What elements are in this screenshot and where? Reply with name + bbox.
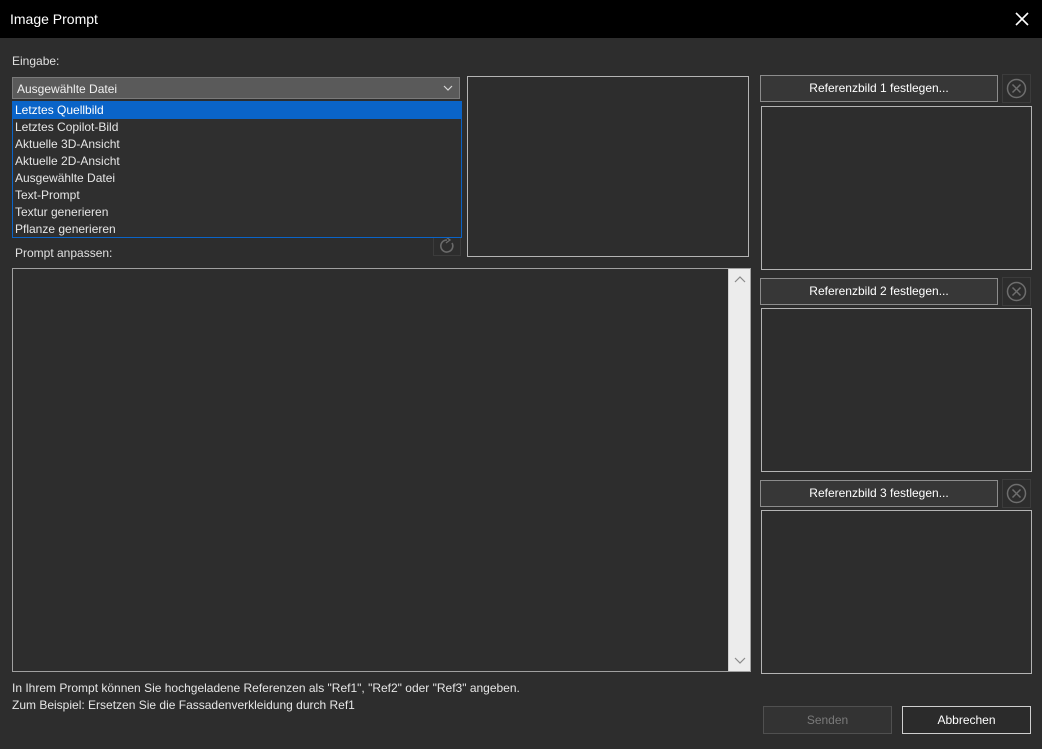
cancel-button[interactable]: Abbrechen: [902, 706, 1031, 734]
reference-2-preview: [761, 308, 1032, 472]
refresh-icon: [440, 237, 454, 253]
scroll-down-icon[interactable]: [734, 657, 746, 665]
set-reference-1-button[interactable]: Referenzbild 1 festlegen...: [760, 75, 998, 102]
window-title: Image Prompt: [10, 11, 98, 27]
dropdown-option-pflanze-generieren[interactable]: Pflanze generieren: [13, 221, 461, 238]
circle-x-icon: [1006, 78, 1027, 99]
input-label: Eingabe:: [12, 54, 60, 68]
title-bar: Image Prompt: [0, 0, 1042, 38]
dropdown-option-letztes-quellbild[interactable]: Letztes Quellbild: [13, 102, 461, 119]
refresh-button[interactable]: [433, 236, 461, 256]
input-source-select[interactable]: Ausgewählte Datei: [12, 77, 460, 99]
input-source-value: Ausgewählte Datei: [17, 82, 118, 96]
chevron-down-icon: [443, 85, 453, 91]
close-icon[interactable]: [1014, 11, 1030, 27]
scroll-up-icon[interactable]: [734, 275, 746, 283]
set-reference-3-button[interactable]: Referenzbild 3 festlegen...: [760, 480, 998, 507]
dropdown-option-textur-generieren[interactable]: Textur generieren: [13, 204, 461, 221]
hint-line-2: Zum Beispiel: Ersetzen Sie die Fassadenv…: [12, 698, 355, 712]
dropdown-option-ausgewaehlte-datei[interactable]: Ausgewählte Datei: [13, 170, 461, 187]
dropdown-option-letztes-copilot-bild[interactable]: Letztes Copilot-Bild: [13, 119, 461, 136]
clear-reference-2-button[interactable]: [1002, 277, 1031, 306]
reference-3-preview: [761, 510, 1032, 674]
send-button[interactable]: Senden: [763, 706, 892, 734]
prompt-scrollbar[interactable]: [728, 269, 750, 671]
input-source-dropdown: Letztes Quellbild Letztes Copilot-Bild A…: [12, 101, 462, 238]
set-reference-2-button[interactable]: Referenzbild 2 festlegen...: [760, 278, 998, 305]
hint-line-1: In Ihrem Prompt können Sie hochgeladene …: [12, 681, 520, 695]
reference-1-preview: [761, 106, 1032, 270]
prompt-label: Prompt anpassen:: [15, 246, 113, 260]
input-preview: [467, 76, 749, 257]
prompt-textarea[interactable]: [12, 268, 751, 672]
dropdown-option-aktuelle-2d-ansicht[interactable]: Aktuelle 2D-Ansicht: [13, 153, 461, 170]
clear-reference-1-button[interactable]: [1002, 74, 1031, 103]
circle-x-icon: [1006, 483, 1027, 504]
dropdown-option-aktuelle-3d-ansicht[interactable]: Aktuelle 3D-Ansicht: [13, 136, 461, 153]
clear-reference-3-button[interactable]: [1002, 479, 1031, 508]
dropdown-option-text-prompt[interactable]: Text-Prompt: [13, 187, 461, 204]
circle-x-icon: [1006, 281, 1027, 302]
